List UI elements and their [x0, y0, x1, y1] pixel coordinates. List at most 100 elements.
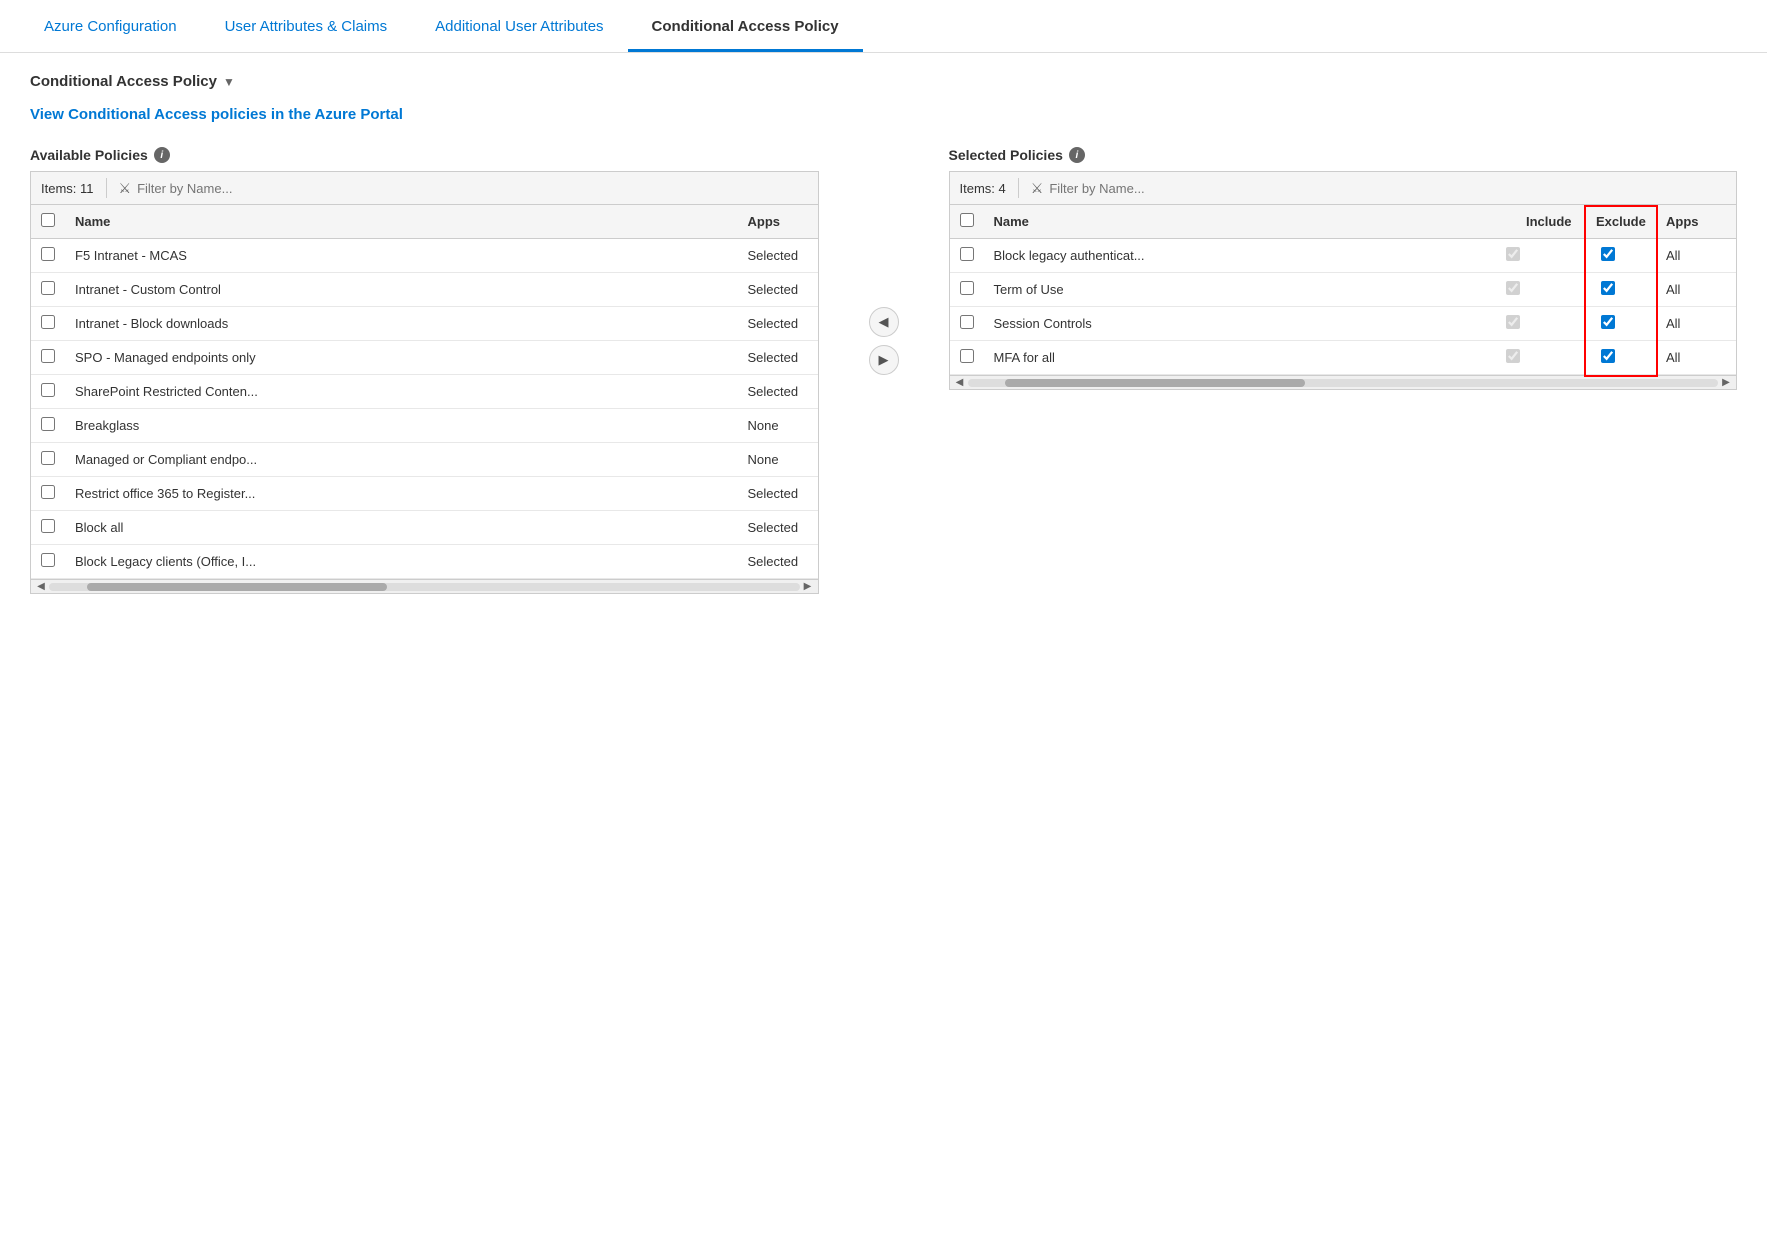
- available-row-name: Intranet - Custom Control: [65, 273, 738, 307]
- selected-row-checkbox-cell: [950, 273, 984, 307]
- toolbar-divider: [106, 178, 107, 198]
- available-table-row: Intranet - Block downloads Selected: [31, 307, 818, 341]
- selected-filter-input[interactable]: [1049, 181, 1726, 196]
- available-row-apps: None: [738, 409, 818, 443]
- available-row-checkbox-cell: [31, 341, 65, 375]
- selected-table-row: Term of Use All: [950, 273, 1737, 307]
- transfer-right-button[interactable]: ▶: [869, 345, 899, 375]
- available-th-name: Name: [65, 205, 738, 239]
- selected-select-all-checkbox[interactable]: [960, 213, 974, 227]
- available-row-name: Block all: [65, 511, 738, 545]
- available-row-checkbox[interactable]: [41, 383, 55, 397]
- selected-row-apps: All: [1656, 239, 1736, 273]
- available-row-apps: Selected: [738, 307, 818, 341]
- available-row-name: Managed or Compliant endpo...: [65, 443, 738, 477]
- selected-row-checkbox[interactable]: [960, 281, 974, 295]
- selected-scroll-left-icon[interactable]: ◀: [952, 376, 968, 390]
- available-h-scrollbar[interactable]: ◀ ▶: [31, 579, 818, 593]
- available-select-all-checkbox[interactable]: [41, 213, 55, 227]
- available-row-checkbox-cell: [31, 409, 65, 443]
- available-table-row: Block Legacy clients (Office, I... Selec…: [31, 545, 818, 579]
- selected-table-header-row: Name Include Exclude Apps: [950, 205, 1737, 239]
- available-row-name: SPO - Managed endpoints only: [65, 341, 738, 375]
- available-row-checkbox[interactable]: [41, 247, 55, 261]
- available-row-checkbox[interactable]: [41, 417, 55, 431]
- selected-row-checkbox[interactable]: [960, 315, 974, 329]
- transfer-left-button[interactable]: ◀: [869, 307, 899, 337]
- selected-row-include-checkbox[interactable]: [1506, 247, 1520, 261]
- selected-row-include-checkbox[interactable]: [1506, 349, 1520, 363]
- available-row-checkbox[interactable]: [41, 451, 55, 465]
- selected-row-checkbox[interactable]: [960, 349, 974, 363]
- available-policies-data-table: F5 Intranet - MCAS Selected Intranet - C…: [31, 239, 818, 579]
- nav-user-attributes[interactable]: User Attributes & Claims: [201, 0, 412, 52]
- available-row-apps: Selected: [738, 477, 818, 511]
- selected-row-exclude-checkbox[interactable]: [1601, 247, 1615, 261]
- selected-policies-table-container: Items: 4 ⚔ Name: [949, 171, 1738, 390]
- available-scroll-thumb: [87, 583, 387, 591]
- selected-row-include-checkbox[interactable]: [1506, 315, 1520, 329]
- nav-additional-user-attributes[interactable]: Additional User Attributes: [411, 0, 627, 52]
- selected-row-name: Session Controls: [984, 307, 1465, 341]
- selected-row-apps: All: [1656, 273, 1736, 307]
- available-row-checkbox[interactable]: [41, 349, 55, 363]
- selected-table-row: MFA for all All: [950, 341, 1737, 375]
- available-policies-info-icon[interactable]: i: [154, 147, 170, 163]
- available-policies-table: Name Apps: [31, 205, 818, 239]
- available-policies-panel: Available Policies i Items: 11 ⚔: [30, 147, 819, 594]
- selected-policies-toolbar: Items: 4 ⚔: [950, 172, 1737, 205]
- azure-portal-link[interactable]: View Conditional Access policies in the …: [30, 106, 403, 123]
- available-row-apps: Selected: [738, 375, 818, 409]
- available-table-row: Breakglass None: [31, 409, 818, 443]
- selected-policies-tbody: Block legacy authenticat... All Term of …: [950, 239, 1737, 375]
- available-row-checkbox[interactable]: [41, 281, 55, 295]
- available-row-name: F5 Intranet - MCAS: [65, 239, 738, 273]
- section-title-bar: Conditional Access Policy ▼: [30, 73, 1737, 90]
- available-policies-table-container: Items: 11 ⚔ Name: [30, 171, 819, 594]
- available-table-row: F5 Intranet - MCAS Selected: [31, 239, 818, 273]
- selected-row-exclude-checkbox[interactable]: [1601, 281, 1615, 295]
- available-row-name: Intranet - Block downloads: [65, 307, 738, 341]
- nav-conditional-access-policy[interactable]: Conditional Access Policy: [628, 0, 863, 52]
- available-row-name: Breakglass: [65, 409, 738, 443]
- selected-th-name: Name: [984, 205, 1517, 239]
- available-scroll-left-icon[interactable]: ◀: [33, 580, 49, 594]
- selected-scroll-right-icon[interactable]: ▶: [1718, 376, 1734, 390]
- selected-row-exclude-checkbox[interactable]: [1601, 349, 1615, 363]
- available-items-count: Items: 11: [41, 181, 94, 196]
- selected-row-exclude: [1560, 239, 1656, 273]
- available-row-checkbox[interactable]: [41, 315, 55, 329]
- selected-row-include: [1465, 273, 1561, 307]
- panels-container: Available Policies i Items: 11 ⚔: [30, 147, 1737, 594]
- available-row-checkbox[interactable]: [41, 485, 55, 499]
- available-row-checkbox-cell: [31, 307, 65, 341]
- available-scroll-right-icon[interactable]: ▶: [800, 580, 816, 594]
- selected-scroll-track: [968, 379, 1719, 387]
- selected-items-count: Items: 4: [960, 181, 1006, 196]
- section-title-dropdown-icon[interactable]: ▼: [223, 75, 235, 89]
- available-row-name: Restrict office 365 to Register...: [65, 477, 738, 511]
- available-row-checkbox[interactable]: [41, 553, 55, 567]
- available-policies-label: Available Policies i: [30, 147, 819, 163]
- available-row-checkbox-cell: [31, 273, 65, 307]
- selected-policies-info-icon[interactable]: i: [1069, 147, 1085, 163]
- available-row-checkbox-cell: [31, 239, 65, 273]
- selected-policies-data-table: Block legacy authenticat... All Term of …: [950, 239, 1737, 375]
- selected-h-scrollbar[interactable]: ◀ ▶: [950, 375, 1737, 389]
- selected-row-exclude-checkbox[interactable]: [1601, 315, 1615, 329]
- selected-policies-scroll-body[interactable]: Block legacy authenticat... All Term of …: [950, 239, 1737, 375]
- available-table-row: Block all Selected: [31, 511, 818, 545]
- selected-row-include-checkbox[interactable]: [1506, 281, 1520, 295]
- available-policies-scroll-body[interactable]: F5 Intranet - MCAS Selected Intranet - C…: [31, 239, 818, 579]
- nav-azure-config[interactable]: Azure Configuration: [20, 0, 201, 52]
- selected-th-exclude: Exclude: [1586, 205, 1656, 239]
- available-row-apps: Selected: [738, 239, 818, 273]
- available-filter-icon: ⚔: [119, 180, 132, 197]
- available-row-checkbox[interactable]: [41, 519, 55, 533]
- selected-filter-icon: ⚔: [1031, 180, 1044, 197]
- available-row-checkbox-cell: [31, 511, 65, 545]
- selected-row-checkbox[interactable]: [960, 247, 974, 261]
- available-row-apps: Selected: [738, 341, 818, 375]
- available-filter-input[interactable]: [137, 181, 807, 196]
- selected-row-include: [1465, 341, 1561, 375]
